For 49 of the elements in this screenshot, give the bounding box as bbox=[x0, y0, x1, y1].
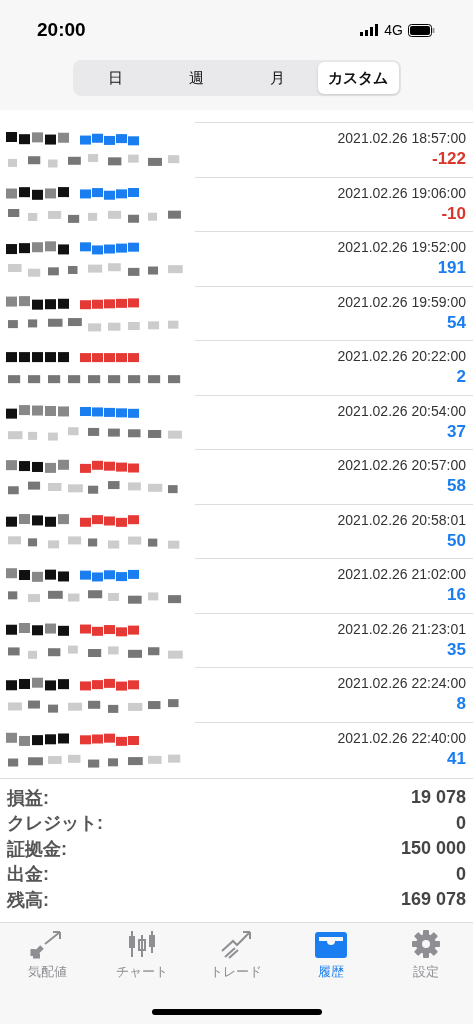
tab-bar-item[interactable]: トレード bbox=[189, 929, 284, 981]
deal-time: 2021.02.26 19:52:00 bbox=[337, 239, 466, 256]
summary-label: 出金: bbox=[7, 863, 49, 887]
deal-time: 2021.02.26 20:54:00 bbox=[337, 402, 466, 419]
period-segment[interactable]: 日 bbox=[74, 62, 156, 94]
deal-profit: 191 bbox=[437, 258, 466, 279]
period-segment[interactable]: カスタム bbox=[317, 62, 399, 94]
deal-time: 2021.02.26 20:22:00 bbox=[337, 348, 466, 365]
deal-profit: 54 bbox=[447, 312, 466, 333]
deal-profit: 8 bbox=[456, 694, 466, 715]
period-segment[interactable]: 月 bbox=[236, 62, 318, 94]
inbox-icon bbox=[314, 929, 349, 959]
tab-bar-item[interactable]: 履歴 bbox=[283, 929, 379, 981]
deal-time: 2021.02.26 20:57:00 bbox=[337, 457, 466, 474]
tab-bar-item[interactable]: 気配値 bbox=[0, 929, 95, 981]
deal-profit: 35 bbox=[447, 639, 466, 660]
deal-profit: 37 bbox=[447, 421, 466, 442]
deal-time: 2021.02.26 21:23:01 bbox=[337, 620, 466, 637]
deal-profit: -122 bbox=[431, 149, 466, 170]
summary-value: 169 078 bbox=[400, 889, 466, 911]
deal-time: 2021.02.26 21:02:00 bbox=[337, 566, 466, 583]
status-time: 20:00 bbox=[37, 19, 86, 41]
deal-time: 2021.02.26 22:40:00 bbox=[337, 729, 466, 746]
signal-icon bbox=[360, 24, 380, 36]
network-label: 4G bbox=[384, 22, 403, 38]
deal-time: 2021.02.26 19:59:00 bbox=[337, 293, 466, 310]
tab-bar-item[interactable]: チャート bbox=[94, 929, 190, 981]
tab-bar-item[interactable]: 設定 bbox=[378, 929, 473, 981]
summary-value: 19 078 bbox=[410, 787, 466, 809]
deal-time: 2021.02.26 22:24:00 bbox=[337, 675, 466, 692]
deal-time: 2021.02.26 20:58:01 bbox=[337, 511, 466, 528]
deal-profit: 50 bbox=[447, 530, 466, 551]
deal-profit: 2 bbox=[456, 367, 466, 388]
period-segment[interactable]: 週 bbox=[155, 62, 237, 94]
deal-profit: 58 bbox=[447, 476, 466, 497]
deal-profit: 41 bbox=[447, 748, 466, 769]
battery-icon bbox=[408, 23, 435, 37]
summary-label: 損益: bbox=[7, 786, 49, 810]
summary-value: 150 000 bbox=[400, 838, 466, 860]
summary-value: 0 bbox=[456, 863, 466, 885]
summary-value: 0 bbox=[456, 812, 466, 834]
deal-profit: -10 bbox=[441, 203, 466, 224]
summary-label: 証拠金: bbox=[7, 837, 67, 861]
deal-time: 2021.02.26 19:06:00 bbox=[337, 184, 466, 201]
deal-time: 2021.02.26 18:57:00 bbox=[337, 130, 466, 147]
summary-label: クレジット: bbox=[7, 812, 103, 836]
deal-profit: 16 bbox=[447, 585, 466, 606]
trend-arrow-icon bbox=[219, 929, 254, 959]
summary-label: 残高: bbox=[7, 888, 49, 912]
